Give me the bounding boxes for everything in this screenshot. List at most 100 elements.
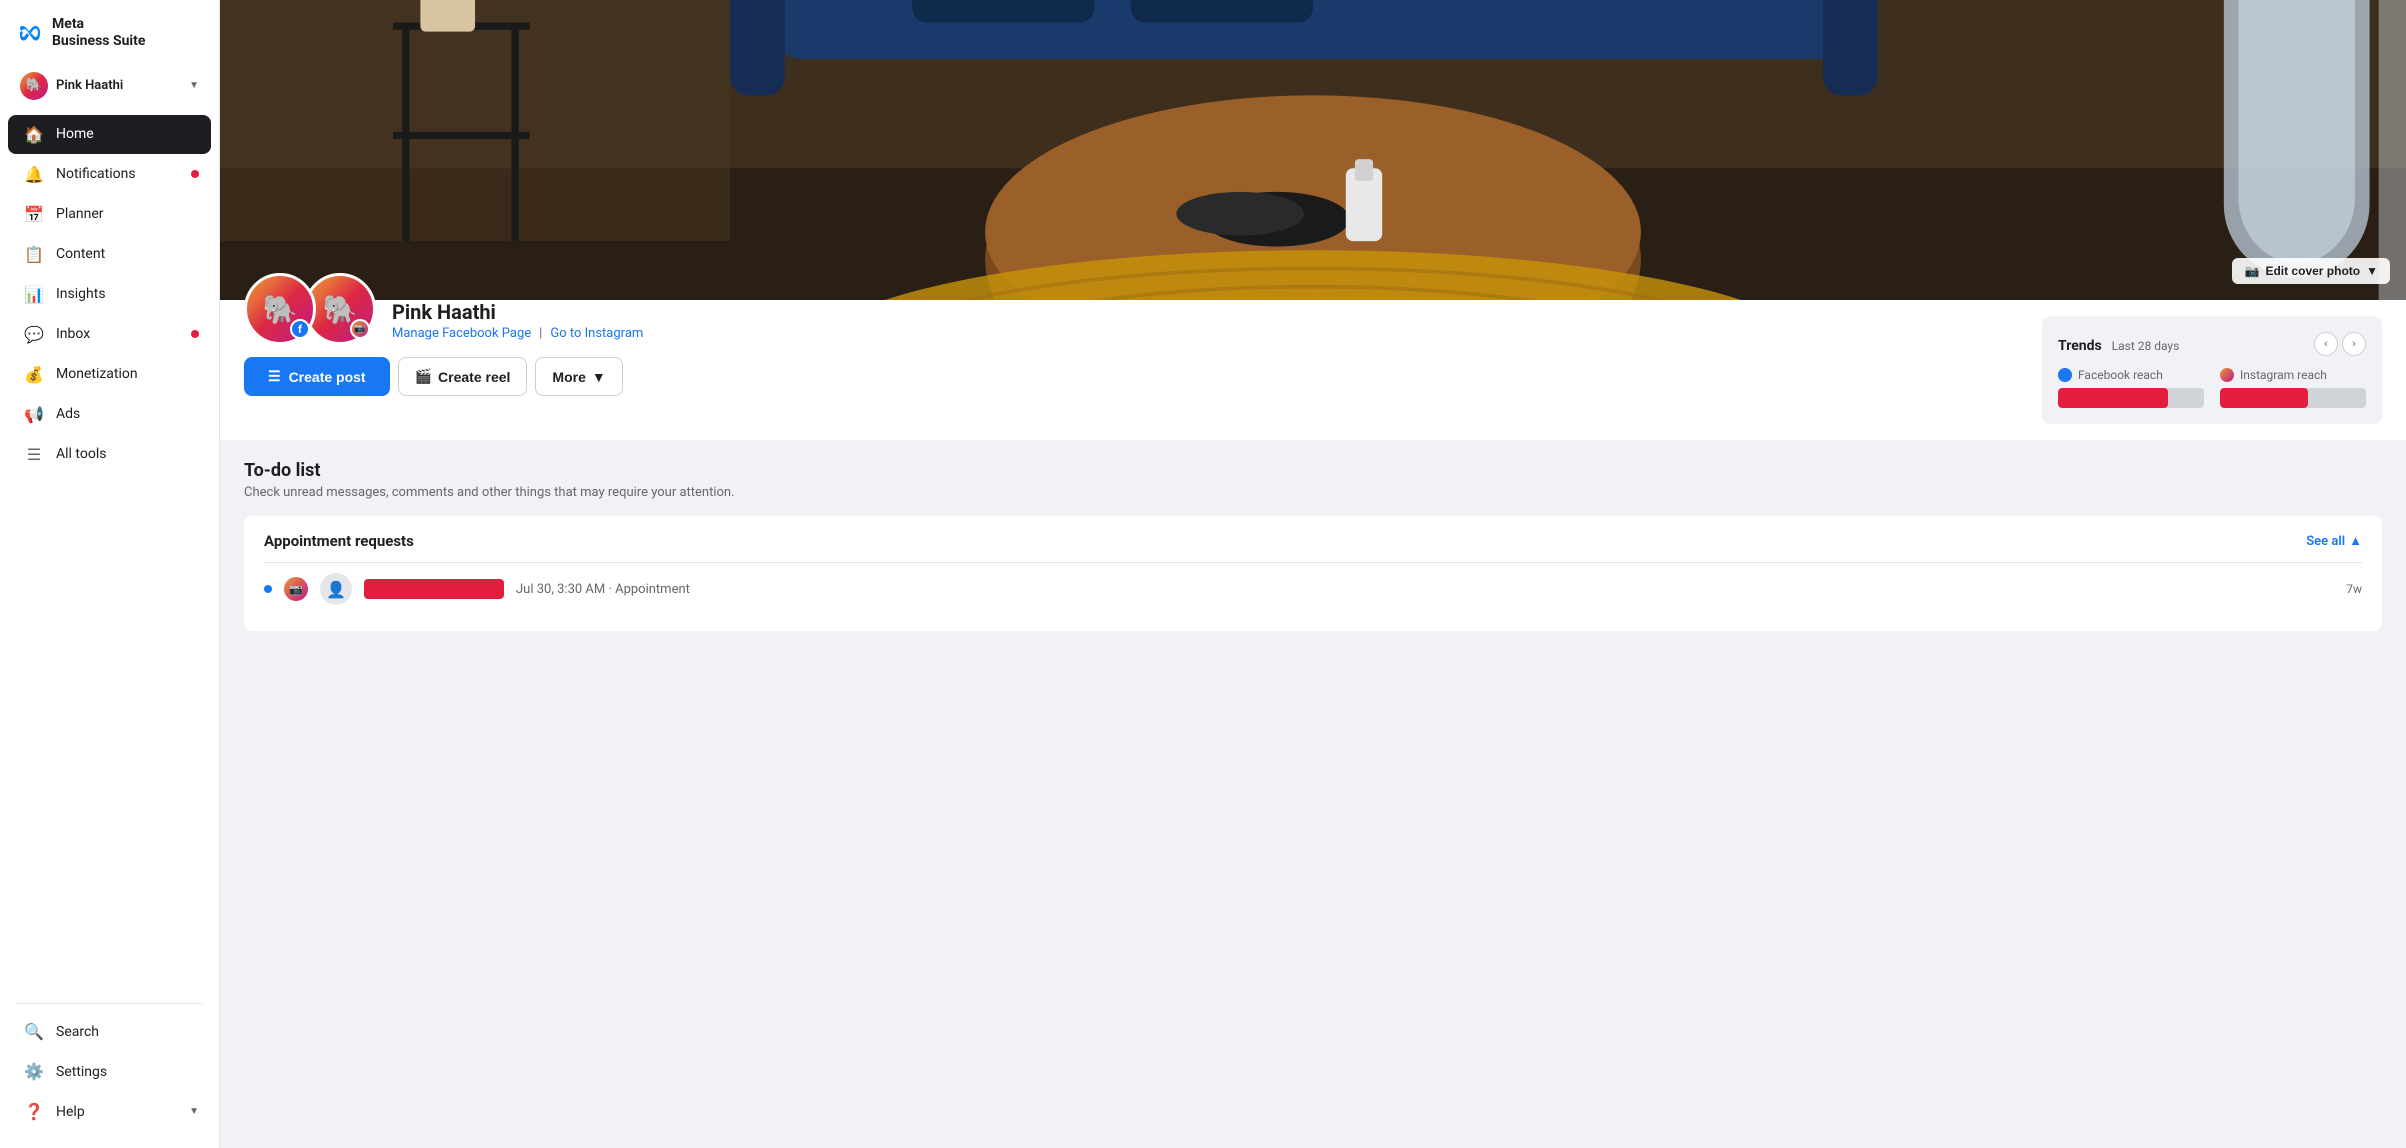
sidebar-item-home[interactable]: 🏠 Home — [8, 115, 211, 154]
instagram-badge-icon: 📷 — [350, 319, 370, 339]
sidebar-bottom: 🔍 Search ⚙️ Settings ❓ Help ▼ — [0, 995, 219, 1132]
sidebar-item-label: Monetization — [56, 366, 138, 382]
trends-instagram-label: Instagram reach — [2220, 368, 2366, 382]
sidebar-item-planner[interactable]: 📅 Planner — [8, 195, 211, 234]
search-icon: 🔍 — [24, 1022, 44, 1041]
main-content: 📷 Edit cover photo ▼ 🐘 f 🐘 — [220, 0, 2406, 1148]
sidebar-item-label: Search — [56, 1024, 99, 1040]
cover-photo-visual — [220, 0, 2406, 300]
create-reel-label: Create reel — [438, 369, 510, 385]
todo-title: To-do list — [244, 460, 2382, 481]
trends-facebook-col: Facebook reach — [2058, 368, 2204, 408]
trends-title-area: Trends Last 28 days — [2058, 335, 2179, 354]
cover-photo: 📷 Edit cover photo ▼ — [220, 0, 2406, 300]
appointment-card: Appointment requests See all ▲ 📷 👤 Jul 3… — [244, 516, 2382, 631]
edit-cover-label: Edit cover photo — [2265, 264, 2360, 278]
sidebar-item-all-tools[interactable]: ☰ All tools — [8, 435, 211, 474]
appointment-datetime: Jul 30, 3:30 AM · Appointment — [516, 582, 2334, 597]
ads-icon: 📢 — [24, 405, 44, 424]
chart-icon: 📊 — [24, 285, 44, 304]
see-all-label: See all — [2306, 534, 2345, 549]
facebook-avatar: 🐘 f — [244, 273, 316, 345]
facebook-reach-bar — [2058, 388, 2168, 408]
sidebar-item-label: Content — [56, 246, 105, 262]
notification-badge — [191, 170, 199, 178]
profile-info: Pink Haathi Manage Facebook Page | Go to… — [392, 300, 643, 345]
facebook-badge-icon: f — [290, 319, 310, 339]
trends-title: Trends — [2058, 338, 2102, 354]
sidebar-item-insights[interactable]: 📊 Insights — [8, 275, 211, 314]
dollar-icon: 💰 — [24, 365, 44, 384]
go-to-instagram-link[interactable]: Go to Instagram — [550, 326, 643, 341]
sidebar-item-monetization[interactable]: 💰 Monetization — [8, 355, 211, 394]
sidebar-item-ads[interactable]: 📢 Ads — [8, 395, 211, 434]
sidebar-item-content[interactable]: 📋 Content — [8, 235, 211, 274]
sidebar-item-settings[interactable]: ⚙️ Settings — [8, 1052, 211, 1091]
home-icon: 🏠 — [24, 125, 44, 144]
todo-subtitle: Check unread messages, comments and othe… — [244, 485, 2382, 500]
trends-period: Last 28 days — [2112, 339, 2180, 353]
create-reel-button[interactable]: 🎬 Create reel — [398, 357, 528, 396]
avatar-emoji: 🐘 — [263, 293, 298, 326]
chevron-down-icon: ▼ — [189, 80, 199, 91]
sidebar-item-inbox[interactable]: 💬 Inbox — [8, 315, 211, 354]
profile-actions: ☰ Create post 🎬 Create reel More ▼ — [244, 357, 2018, 396]
app-name-text: Meta Business Suite — [52, 16, 145, 50]
calendar-icon: 📅 — [24, 205, 44, 224]
cover-area: 📷 Edit cover photo ▼ — [220, 0, 2406, 300]
create-post-button[interactable]: ☰ Create post — [244, 357, 390, 396]
chevron-up-icon: ▲ — [2349, 533, 2362, 549]
time-ago: 7w — [2346, 582, 2362, 596]
sidebar-item-label: Notifications — [56, 166, 136, 182]
sidebar-item-search[interactable]: 🔍 Search — [8, 1012, 211, 1051]
trends-next-button[interactable]: › — [2342, 332, 2366, 356]
see-all-link[interactable]: See all ▲ — [2306, 533, 2362, 549]
trends-navigation: ‹ › — [2314, 332, 2366, 356]
edit-cover-button[interactable]: 📷 Edit cover photo ▼ — [2232, 258, 2390, 284]
sidebar-item-label: All tools — [56, 446, 106, 462]
facebook-dot-icon — [2058, 368, 2072, 382]
instagram-platform-icon: 📷 — [284, 577, 308, 601]
profile-links: Manage Facebook Page | Go to Instagram — [392, 326, 643, 341]
more-button[interactable]: More ▼ — [535, 357, 622, 396]
profile-trends-row: 🐘 f 🐘 📷 Pink Haathi Manage Facebook Page… — [220, 300, 2406, 440]
help-icon: ❓ — [24, 1102, 44, 1121]
instagram-dot-icon — [2220, 368, 2234, 382]
account-name: Pink Haathi — [56, 78, 181, 93]
instagram-reach-bar-track — [2220, 388, 2366, 408]
reel-icon: 🎬 — [415, 368, 432, 385]
sidebar-item-label: Settings — [56, 1064, 107, 1080]
avatar-emoji-ig: 🐘 — [323, 293, 358, 326]
trends-prev-button[interactable]: ‹ — [2314, 332, 2338, 356]
sidebar-item-notifications[interactable]: 🔔 Notifications — [8, 155, 211, 194]
account-selector[interactable]: 🐘 Pink Haathi ▼ — [12, 66, 207, 106]
table-row: 📷 👤 Jul 30, 3:30 AM · Appointment 7w — [264, 562, 2362, 615]
facebook-reach-bar-track — [2058, 388, 2204, 408]
trends-instagram-col: Instagram reach — [2220, 368, 2366, 408]
sidebar-item-help[interactable]: ❓ Help ▼ — [8, 1092, 211, 1131]
ig-label: 📷 — [289, 583, 303, 596]
gear-icon: ⚙️ — [24, 1062, 44, 1081]
person-icon: 👤 — [326, 580, 346, 599]
create-post-label: Create post — [289, 369, 366, 385]
sidebar-item-label: Home — [56, 126, 94, 142]
more-label: More — [552, 369, 585, 385]
sidebar-item-label: Planner — [56, 206, 103, 222]
trends-bars: Facebook reach Instagram reach — [2058, 368, 2366, 408]
trends-header: Trends Last 28 days ‹ › — [2058, 332, 2366, 356]
inbox-badge — [191, 330, 199, 338]
sidebar-item-label: Insights — [56, 286, 106, 302]
post-icon: ☰ — [268, 368, 281, 385]
sidebar: Meta Business Suite 🐘 Pink Haathi ▼ 🏠 Ho… — [0, 0, 220, 1148]
appointment-card-header: Appointment requests See all ▲ — [264, 532, 2362, 550]
nav-section: 🏠 Home 🔔 Notifications 📅 Planner 📋 Conte… — [0, 114, 219, 995]
manage-facebook-link[interactable]: Manage Facebook Page — [392, 326, 531, 341]
pipe-separator: | — [539, 326, 542, 341]
profile-section: 🐘 f 🐘 📷 Pink Haathi Manage Facebook Page… — [220, 300, 2042, 412]
trends-facebook-label: Facebook reach — [2058, 368, 2204, 382]
chevron-down-icon: ▼ — [2366, 264, 2378, 278]
instagram-reach-bar — [2220, 388, 2308, 408]
trends-card: Trends Last 28 days ‹ › Facebook reach — [2042, 316, 2382, 424]
meta-logo-icon — [16, 19, 44, 47]
camera-icon: 📷 — [2244, 264, 2259, 278]
